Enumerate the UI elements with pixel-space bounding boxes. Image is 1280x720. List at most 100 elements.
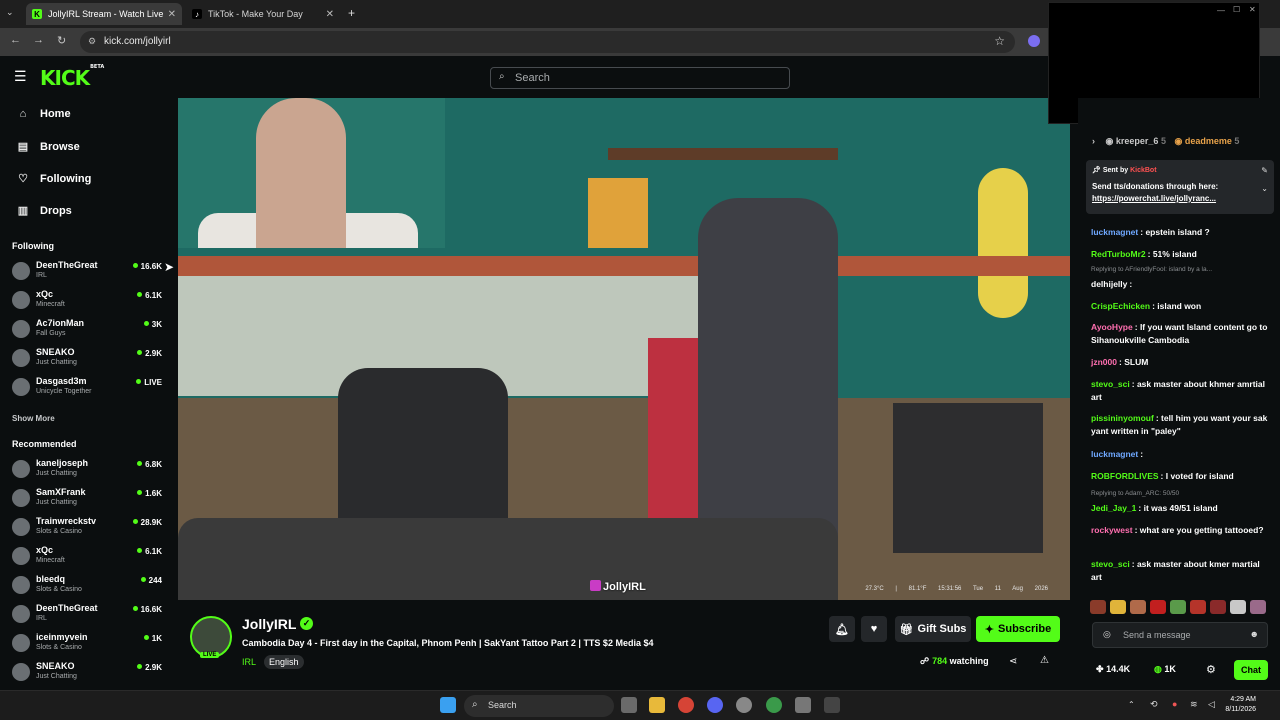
chat-username[interactable]: jzn000 (1091, 357, 1117, 367)
language-tag[interactable]: English (264, 655, 304, 669)
unpin-icon[interactable]: ✎ (1261, 166, 1268, 175)
share-icon[interactable]: ⋖ (1009, 656, 1017, 667)
chat-username[interactable]: pissininyomouf (1091, 413, 1154, 423)
chevron-down-icon[interactable]: ⌄ (1261, 184, 1268, 193)
close-icon[interactable]: ✕ (1249, 5, 1256, 14)
emote-bar[interactable] (1090, 600, 1270, 614)
chat-username[interactable]: stevo_sci (1091, 379, 1130, 389)
sidebar-channel[interactable]: DeenTheGreat IRL 16.6K (12, 603, 162, 629)
chrome-active-icon[interactable] (766, 697, 782, 713)
chat-username[interactable]: RedTurboMr2 (1091, 249, 1146, 259)
chat-message[interactable]: stevo_sci: ask master about kmer martial… (1091, 558, 1271, 584)
minimize-icon[interactable]: — (1217, 6, 1225, 15)
chat-username[interactable]: rockywest (1091, 525, 1133, 535)
show-more-link[interactable]: Show More (12, 414, 55, 423)
chat-send-button[interactable]: Chat (1234, 660, 1268, 680)
chat-username[interactable]: AyooHype (1091, 322, 1133, 332)
chat-username[interactable]: ROBFORDLIVES (1091, 471, 1159, 481)
maximize-icon[interactable]: ☐ (1233, 5, 1240, 14)
settings-gear-icon[interactable]: ⚙ (1206, 663, 1216, 676)
network-icon[interactable]: ⟲ (1150, 699, 1158, 710)
sidebar-channel[interactable]: iceinmyvein Slots & Casino 1K (12, 632, 162, 658)
chat-message[interactable]: Jedi_Jay_1: it was 49/51 island (1091, 502, 1271, 515)
close-icon[interactable]: ✕ (168, 9, 176, 20)
app-icon[interactable] (824, 697, 840, 713)
tab-tiktok[interactable]: ♪ TikTok - Make Your Day ✕ (186, 3, 340, 25)
chat-username[interactable]: delhijelly (1091, 279, 1127, 289)
settings-app-icon[interactable] (795, 697, 811, 713)
back-icon[interactable]: ← (10, 34, 21, 46)
chat-username[interactable]: CrispEchicken (1091, 301, 1150, 311)
video-player[interactable]: JollyIRL 27.3°C | 81.1°F 15:31:56 Tue 11… (178, 98, 1070, 600)
follow-button[interactable]: ♥ (861, 616, 887, 642)
file-explorer-icon[interactable] (649, 697, 665, 713)
nav-home[interactable]: ⌂ Home (16, 108, 71, 120)
tab-menu-icon[interactable]: ⌄ (6, 7, 14, 18)
chat-message[interactable]: RedTurboMr2: 51% island (1091, 248, 1271, 261)
sidebar-channel[interactable]: Trainwreckstv Slots & Casino 28.9K (12, 516, 162, 542)
chat-message[interactable]: ROBFORDLIVES: I voted for island (1091, 470, 1271, 483)
points-balance[interactable]: ◍ 1K (1154, 664, 1176, 675)
chat-message[interactable]: rockywest: what are you getting tattooed… (1091, 524, 1271, 537)
forward-icon[interactable]: → (33, 34, 44, 46)
gift-subs-button[interactable]: 🎁︎ Gift Subs (895, 616, 971, 642)
chat-message[interactable]: luckmagnet: (1091, 448, 1271, 461)
discord-icon[interactable] (707, 697, 723, 713)
nav-browse[interactable]: ▤ Browse (16, 140, 80, 154)
chat-message[interactable]: pissininyomouf: tell him you want your s… (1091, 412, 1271, 438)
sidebar-channel[interactable]: Ac7ionMan Fall Guys 3K (12, 318, 162, 344)
sidebar-channel[interactable]: SNEAKO Just Chatting 2.9K (12, 347, 162, 373)
reload-icon[interactable]: ↻ (57, 34, 66, 47)
chrome-icon[interactable] (678, 697, 694, 713)
chevron-up-icon[interactable]: ⌃ (1128, 700, 1135, 709)
streamer-name[interactable]: JollyIRL (242, 616, 296, 632)
tab-jollyirl[interactable]: K JollyIRL Stream - Watch Live ✕ (26, 3, 182, 25)
category-link[interactable]: IRL (242, 657, 256, 667)
chat-message[interactable]: CrispEchicken: island won (1091, 300, 1271, 313)
chat-username[interactable]: luckmagnet (1091, 449, 1138, 459)
chat-username[interactable]: stevo_sci (1091, 559, 1130, 569)
volume-icon[interactable]: ◁ (1208, 699, 1215, 710)
reply-context[interactable]: Replying to Adam_ARC: 50/50 (1091, 490, 1179, 497)
chat-input[interactable]: ◎ Send a message ☻ (1092, 622, 1268, 648)
chat-username[interactable]: Jedi_Jay_1 (1091, 503, 1136, 513)
report-icon[interactable]: ⚠ (1040, 655, 1049, 666)
address-bar[interactable]: ⚙ kick.com/jollyirl ☆ (80, 31, 1015, 53)
nav-following[interactable]: ♡ Following (16, 172, 91, 186)
kicks-balance[interactable]: ✤ 14.4K (1096, 664, 1130, 675)
chat-message[interactable]: stevo_sci: ask master about khmer amrtia… (1091, 378, 1271, 404)
sidebar-channel[interactable]: Dasgasd3m Unicycle Together LIVE (12, 376, 162, 402)
kick-logo[interactable]: KICKBETA (40, 64, 104, 90)
pinned-link[interactable]: https://powerchat.live/jollyranc... (1092, 194, 1216, 203)
sidebar-channel[interactable]: bleedq Slots & Casino 244 (12, 574, 162, 600)
subscribe-button[interactable]: ✦ Subscribe (976, 616, 1060, 642)
mic-icon[interactable]: ● (1172, 699, 1177, 709)
sidebar-channel[interactable]: kaneljoseph Just Chatting 6.8K (12, 458, 162, 484)
obs-icon[interactable] (736, 697, 752, 713)
bookmark-star-icon[interactable]: ☆ (994, 34, 1005, 48)
hamburger-menu-icon[interactable]: ☰ (14, 68, 27, 85)
chat-settings-icon[interactable]: ◎ (1103, 629, 1111, 640)
pinned-message[interactable]: 📌︎ Sent by KickBot Send tts/donations th… (1086, 160, 1274, 214)
chat-username[interactable]: luckmagnet (1091, 227, 1138, 237)
chat-message[interactable]: AyooHype: If you want Island content go … (1091, 321, 1271, 347)
sidebar-channel[interactable]: xQc Minecraft 6.1K (12, 289, 162, 315)
extension-icon[interactable] (1028, 35, 1040, 47)
chat-message[interactable]: jzn000: SLUM (1091, 356, 1271, 369)
sidebar-channel[interactable]: DeenTheGreat IRL 16.6K (12, 260, 162, 286)
taskbar-search[interactable]: ⌕ Search (464, 695, 614, 717)
task-view-icon[interactable] (621, 697, 637, 713)
wifi-icon[interactable]: ≋ (1190, 699, 1198, 710)
reply-context[interactable]: Replying to AFriendlyFool: island by a l… (1091, 266, 1212, 273)
site-info-icon[interactable]: ⚙ (88, 36, 96, 47)
emoji-icon[interactable]: ☻ (1250, 629, 1259, 639)
windows-start-icon[interactable] (440, 697, 456, 713)
system-clock[interactable]: 4:29 AM 8/11/2026 (1225, 695, 1256, 715)
close-icon[interactable]: ✕ (326, 9, 334, 20)
sidebar-channel[interactable]: SamXFrank Just Chatting 1.6K (12, 487, 162, 513)
sidebar-channel[interactable]: xQc Minecraft 6.1K (12, 545, 162, 571)
nav-drops[interactable]: ▥ Drops (16, 204, 72, 218)
chat-message[interactable]: luckmagnet: epstein island ? (1091, 226, 1271, 239)
new-tab-icon[interactable]: + (348, 6, 355, 20)
search-input[interactable]: ⌕ Search (490, 67, 790, 89)
